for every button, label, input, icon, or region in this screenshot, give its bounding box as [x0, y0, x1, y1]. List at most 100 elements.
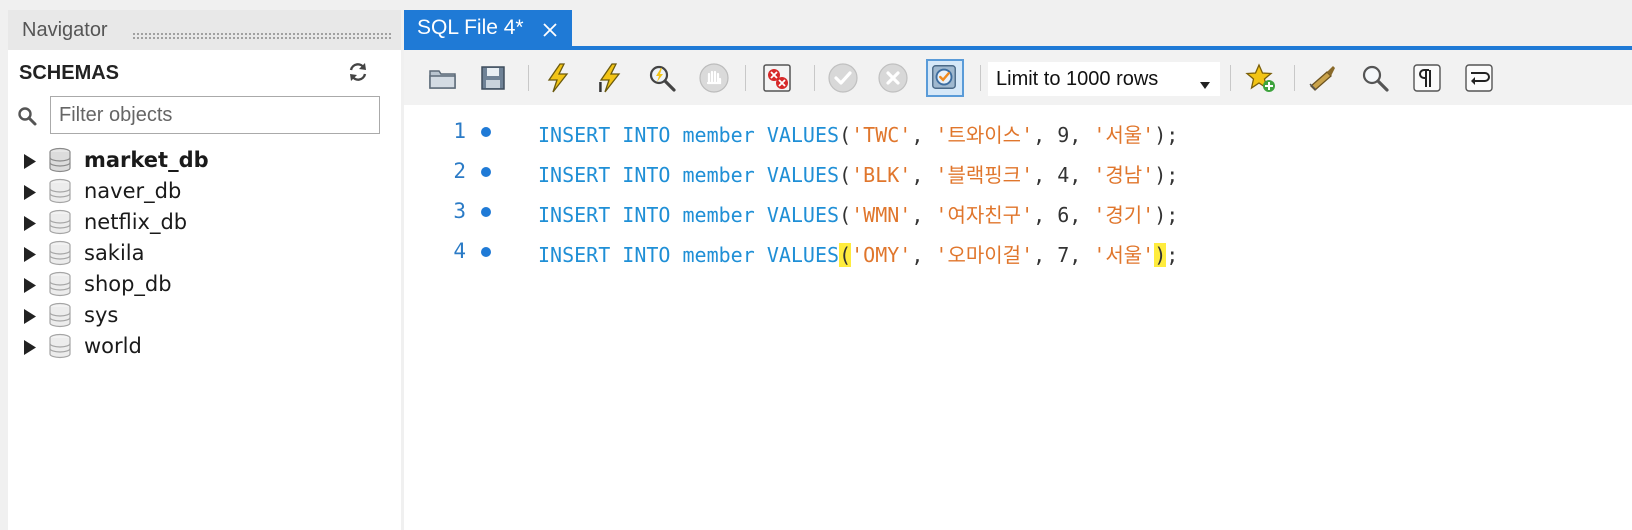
- navigator-title: Navigator: [22, 19, 108, 41]
- string-literal: 'WMN': [851, 203, 912, 227]
- sql-statement: INSERT INTO member VALUES('OMY', '오마이걸',…: [538, 243, 1179, 267]
- string-literal: '트와이스': [935, 123, 1034, 147]
- schema-item-netflix-db[interactable]: netflix_db: [8, 207, 401, 238]
- database-icon: [48, 209, 72, 235]
- filter-objects-input[interactable]: [50, 96, 380, 134]
- code-line[interactable]: 3 INSERT INTO member VALUES('WMN', '여자친구…: [404, 193, 1632, 233]
- line-number: 3: [453, 199, 466, 223]
- schema-tree: market_db naver_db netflix_db sakila sho…: [8, 145, 401, 362]
- sql-keyword: INSERT: [538, 203, 611, 227]
- editor-tab-strip: SQL File 4*: [404, 10, 1632, 50]
- explain-button[interactable]: [643, 59, 681, 97]
- code-line[interactable]: 1 INSERT INTO member VALUES('TWC', '트와이스…: [404, 113, 1632, 153]
- sql-statement: INSERT INTO member VALUES('WMN', '여자친구',…: [538, 203, 1179, 227]
- autocommit-toggle[interactable]: [926, 59, 964, 97]
- sql-keyword: INSERT: [538, 163, 611, 187]
- sql-keyword: INTO: [622, 123, 671, 147]
- toolbar-separator: [1230, 65, 1231, 91]
- toggle-error-continue-button[interactable]: [758, 59, 796, 97]
- tab-title: SQL File 4*: [417, 16, 524, 39]
- database-icon: [48, 333, 72, 359]
- code-line[interactable]: 4 INSERT INTO member VALUES('OMY', '오마이걸…: [404, 233, 1632, 273]
- expand-arrow-icon[interactable]: [22, 184, 38, 201]
- database-icon: [48, 147, 72, 173]
- expand-arrow-icon[interactable]: [22, 215, 38, 232]
- open-file-button[interactable]: [424, 59, 462, 97]
- toolbar-separator: [745, 65, 746, 91]
- schemas-label: SCHEMAS: [19, 62, 120, 84]
- svg-text:I: I: [598, 81, 603, 94]
- string-literal: '서울': [1093, 123, 1155, 147]
- toolbar-separator: [1294, 65, 1295, 91]
- commit-button[interactable]: [824, 59, 862, 97]
- dropdown-caret-icon: [1200, 76, 1210, 89]
- sql-keyword: INSERT: [538, 243, 611, 267]
- expand-arrow-icon[interactable]: [22, 339, 38, 356]
- string-literal: '오마이걸': [935, 243, 1034, 267]
- string-literal: 'BLK': [851, 163, 912, 187]
- beautify-button[interactable]: [1304, 59, 1342, 97]
- toolbar-separator: [980, 65, 981, 91]
- expand-arrow-icon[interactable]: [22, 246, 38, 263]
- schema-item-world[interactable]: world: [8, 331, 401, 362]
- table-name: member: [682, 243, 755, 267]
- panel-grip[interactable]: [132, 32, 392, 40]
- database-icon: [48, 302, 72, 328]
- expand-arrow-icon[interactable]: [22, 153, 38, 170]
- execute-button[interactable]: [539, 59, 577, 97]
- statement-marker: [481, 247, 491, 257]
- matching-brace-highlight: ): [1154, 243, 1167, 267]
- stop-button[interactable]: [695, 59, 733, 97]
- statement-marker: [481, 167, 491, 177]
- table-name: member: [682, 203, 755, 227]
- toolbar-separator: [814, 65, 815, 91]
- database-icon: [48, 271, 72, 297]
- string-literal: '블랙핑크': [935, 163, 1034, 187]
- string-literal: 'OMY': [851, 243, 912, 267]
- sql-keyword: INTO: [622, 163, 671, 187]
- toolbar-separator: [528, 65, 529, 91]
- schema-item-naver-db[interactable]: naver_db: [8, 176, 401, 207]
- save-button[interactable]: [474, 59, 512, 97]
- sql-toolbar: I Limit to 1000 rows: [404, 50, 1632, 105]
- schema-name: sys: [84, 303, 119, 327]
- expand-arrow-icon[interactable]: [22, 277, 38, 294]
- line-number: 4: [453, 239, 466, 263]
- limit-rows-value: Limit to 1000 rows: [996, 68, 1159, 90]
- string-literal: '서울': [1093, 243, 1155, 267]
- string-literal: 'TWC': [851, 123, 912, 147]
- refresh-icon[interactable]: [346, 60, 370, 84]
- schema-name: world: [84, 334, 142, 358]
- code-line[interactable]: 2 INSERT INTO member VALUES('BLK', '블랙핑크…: [404, 153, 1632, 193]
- schema-item-shop-db[interactable]: shop_db: [8, 269, 401, 300]
- tab-sql-file-4[interactable]: SQL File 4*: [404, 10, 572, 48]
- find-button[interactable]: [1356, 59, 1394, 97]
- search-icon: [17, 106, 39, 128]
- expand-arrow-icon[interactable]: [22, 308, 38, 325]
- database-icon: [48, 240, 72, 266]
- word-wrap-button[interactable]: [1460, 59, 1498, 97]
- statement-marker: [481, 127, 491, 137]
- table-name: member: [682, 123, 755, 147]
- schema-name: shop_db: [84, 272, 172, 296]
- navigator-panel: Navigator SCHEMAS market_db naver_db: [8, 10, 401, 530]
- limit-rows-select[interactable]: Limit to 1000 rows: [988, 62, 1220, 96]
- database-icon: [48, 178, 72, 204]
- line-number: 1: [453, 119, 466, 143]
- close-icon[interactable]: [542, 22, 558, 38]
- schema-item-sys[interactable]: sys: [8, 300, 401, 331]
- sql-keyword: INTO: [622, 203, 671, 227]
- invisible-chars-button[interactable]: [1408, 59, 1446, 97]
- sql-statement: INSERT INTO member VALUES('TWC', '트와이스',…: [538, 123, 1179, 147]
- sql-keyword: VALUES: [766, 123, 840, 147]
- number-literal: 7: [1057, 243, 1070, 267]
- schema-item-market-db[interactable]: market_db: [8, 145, 401, 176]
- add-snippet-button[interactable]: [1242, 59, 1280, 97]
- sql-keyword: VALUES: [766, 243, 840, 267]
- rollback-button[interactable]: [874, 59, 912, 97]
- sql-keyword: INTO: [622, 243, 671, 267]
- schema-item-sakila[interactable]: sakila: [8, 238, 401, 269]
- sql-code-editor[interactable]: 1 INSERT INTO member VALUES('TWC', '트와이스…: [404, 105, 1632, 530]
- matching-brace-highlight: (: [839, 243, 852, 267]
- execute-current-button[interactable]: I: [591, 59, 629, 97]
